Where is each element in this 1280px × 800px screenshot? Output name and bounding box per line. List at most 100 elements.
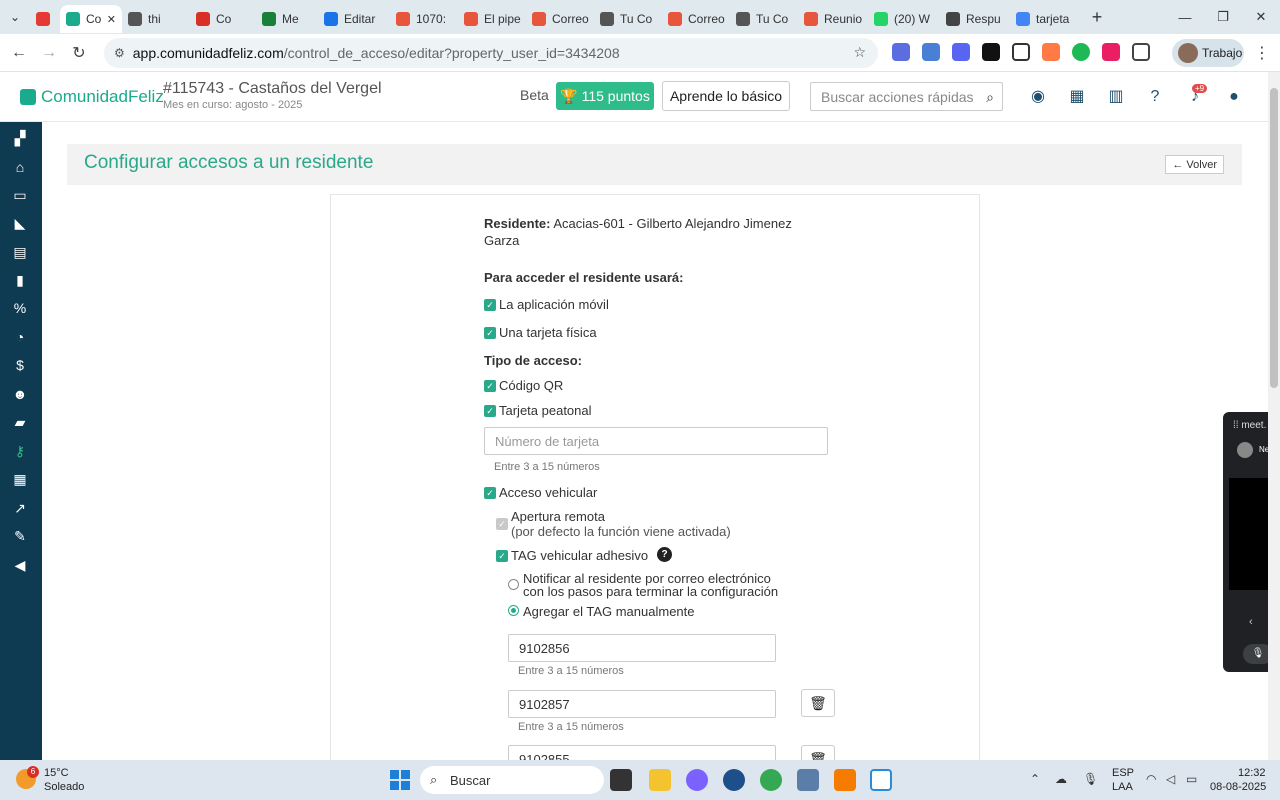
battery-icon[interactable]: ▭ <box>1186 772 1197 786</box>
document-icon[interactable]: ▤ <box>10 242 30 262</box>
browser-tab[interactable]: Tu Co <box>730 5 798 33</box>
browser-tab[interactable]: Respu <box>940 5 1010 33</box>
url-field[interactable]: ⚙ app.comunidadfeliz.com/control_de_acce… <box>104 38 878 68</box>
dollar-icon[interactable]: $ <box>10 355 30 375</box>
card-number-input[interactable]: Número de tarjeta <box>484 427 828 455</box>
copilot-icon[interactable] <box>686 769 708 791</box>
browser-tab[interactable]: (20) W <box>868 5 940 33</box>
browser-tab[interactable]: Co <box>190 5 256 33</box>
snipping-tool-icon[interactable] <box>870 769 892 791</box>
extensions-puzzle-icon[interactable] <box>1132 43 1150 61</box>
browser-tab[interactable]: Editar <box>318 5 390 33</box>
area-chart-icon[interactable]: ◣ <box>10 213 30 233</box>
windows-start-icon[interactable] <box>390 770 410 790</box>
chat-bubble-icon[interactable]: ▰ <box>10 412 30 432</box>
browser-tab[interactable]: Correo <box>662 5 730 33</box>
browser-tab[interactable]: Tu Co <box>594 5 662 33</box>
percent-icon[interactable]: % <box>10 298 30 318</box>
app-icon[interactable] <box>723 769 745 791</box>
minimize-icon[interactable]: — <box>1166 0 1204 34</box>
qr-checkbox[interactable]: ✓ <box>484 380 496 392</box>
close-tab-icon[interactable]: ✕ <box>107 13 116 26</box>
calculator-icon[interactable]: ▦ <box>10 469 30 489</box>
vehicle-tag-checkbox[interactable]: ✓ <box>496 550 508 562</box>
speaker-icon[interactable]: ◁ <box>1166 772 1175 786</box>
tag-input[interactable]: 9102857 <box>508 690 776 718</box>
browser-tab[interactable]: Co ✕ <box>60 5 122 33</box>
forward-icon[interactable]: → <box>34 38 64 68</box>
taskbar-search[interactable]: ⌕ Buscar <box>420 766 604 794</box>
points-button[interactable]: 🏆 115 puntos <box>556 82 654 110</box>
community-icon[interactable]: ▞ <box>10 128 30 148</box>
property-title[interactable]: #115743 - Castaños del Vergel <box>163 80 382 98</box>
physical-card-checkbox[interactable]: ✓ <box>484 327 496 339</box>
cloud-icon[interactable]: ☁ <box>1055 772 1067 786</box>
sublime-icon[interactable] <box>834 769 856 791</box>
vehicle-access-checkbox[interactable]: ✓ <box>484 487 496 499</box>
browser-tab[interactable]: Correo <box>526 5 594 33</box>
language-code[interactable]: ESP <box>1112 767 1134 779</box>
extension-icon[interactable] <box>982 43 1000 61</box>
browser-tab[interactable]: 1070: <box>390 5 458 33</box>
calculator-icon[interactable] <box>797 769 819 791</box>
hubspot-extension-icon[interactable] <box>1042 43 1060 61</box>
book-icon[interactable]: ▮ <box>10 270 30 290</box>
manual-tag-radio[interactable] <box>508 605 519 616</box>
site-info-icon[interactable]: ⚙ <box>114 46 125 60</box>
extension-icon[interactable] <box>1102 43 1120 61</box>
building-icon[interactable]: ▥ <box>1107 88 1125 106</box>
users-icon[interactable]: ☻ <box>10 384 30 404</box>
help-icon[interactable]: ? <box>1146 88 1164 106</box>
browser-menu-icon[interactable]: ⋮ <box>1254 43 1270 63</box>
user-icon[interactable]: ● <box>1225 88 1243 106</box>
browser-tab[interactable]: El pipe <box>458 5 526 33</box>
quick-search-input[interactable]: Buscar acciones rápidas ⌕ <box>810 82 1003 111</box>
extension-icon[interactable] <box>892 43 910 61</box>
tag-input[interactable]: 9102856 <box>508 634 776 662</box>
app-checkbox[interactable]: ✓ <box>484 299 496 311</box>
microphone-icon[interactable]: 🎙 <box>1083 772 1098 786</box>
chat-icon[interactable]: ◉ <box>1029 88 1047 106</box>
browser-tab[interactable]: Reunio <box>798 5 868 33</box>
wrench-icon[interactable]: ✎ <box>10 526 30 546</box>
profile-button[interactable]: Trabajo <box>1172 39 1244 67</box>
back-icon[interactable]: ← <box>4 38 34 68</box>
key-icon[interactable]: ⚷ <box>10 441 30 461</box>
chevron-left-icon[interactable]: ‹ <box>1249 616 1253 628</box>
line-chart-icon[interactable]: ↗ <box>10 498 30 518</box>
pedestrian-card-checkbox[interactable]: ✓ <box>484 405 496 417</box>
dashboard-icon[interactable]: ◔ <box>10 327 30 347</box>
wifi-icon[interactable]: ◠ <box>1146 772 1156 786</box>
translate-extension-icon[interactable] <box>922 43 940 61</box>
scrollbar-thumb[interactable] <box>1270 88 1278 388</box>
reload-icon[interactable]: ↻ <box>64 38 94 68</box>
browser-tab[interactable]: thi <box>122 5 190 33</box>
clock-time[interactable]: 12:32 <box>1238 767 1266 779</box>
new-tab-icon[interactable]: + <box>1082 7 1112 28</box>
task-view-icon[interactable] <box>610 769 632 791</box>
learn-basics-button[interactable]: Aprende lo básico <box>662 81 790 111</box>
browser-tab[interactable] <box>30 5 60 33</box>
notify-radio[interactable] <box>508 579 519 590</box>
home-icon[interactable]: ⌂ <box>10 157 30 177</box>
megaphone-icon[interactable]: ◀ <box>10 555 30 575</box>
search-icon[interactable]: ⌕ <box>986 89 994 106</box>
logo[interactable]: ComunidadFeliz <box>20 87 164 107</box>
browser-tab[interactable]: tarjeta <box>1010 5 1082 33</box>
close-window-icon[interactable]: ✕ <box>1242 0 1280 34</box>
chevron-up-icon[interactable]: ⌃ <box>1030 772 1040 786</box>
back-button[interactable]: ← Volver <box>1165 155 1224 174</box>
chrome-icon[interactable] <box>760 769 782 791</box>
screenshot-extension-icon[interactable] <box>1012 43 1030 61</box>
delete-tag-button[interactable]: 🗑 <box>801 689 835 717</box>
help-icon[interactable]: ? <box>657 547 672 562</box>
temperature[interactable]: 15°C <box>44 767 69 779</box>
maximize-icon[interactable]: ❐ <box>1204 0 1242 34</box>
tab-search-icon[interactable]: ⌄ <box>0 0 30 34</box>
file-explorer-icon[interactable] <box>649 769 671 791</box>
bookmark-star-icon[interactable]: ☆ <box>853 44 866 61</box>
money-icon[interactable]: ▭ <box>10 185 30 205</box>
browser-tab[interactable]: Me <box>256 5 318 33</box>
page-scrollbar[interactable] <box>1268 72 1280 760</box>
gift-icon[interactable]: ▦ <box>1068 88 1086 106</box>
